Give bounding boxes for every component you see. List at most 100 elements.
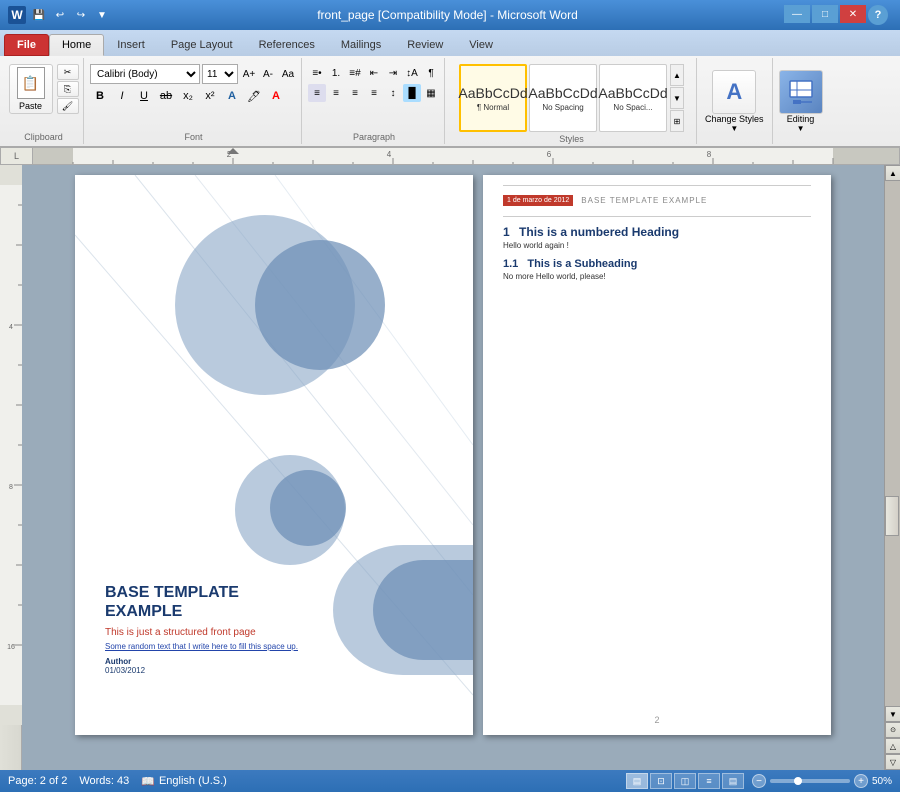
ruler-corner[interactable]: L	[0, 147, 32, 165]
web-layout-view-button[interactable]: ◫	[674, 773, 696, 789]
align-left-button[interactable]: ≡	[308, 84, 326, 102]
font-group: Calibri (Body) 11 A+ A- Aa B I U ab	[86, 58, 302, 144]
borders-button[interactable]: ▦	[422, 84, 440, 102]
ribbon: File Home Insert Page Layout References …	[0, 30, 900, 147]
editing-button[interactable]: Editing ▼	[779, 70, 823, 133]
tab-review[interactable]: Review	[394, 34, 456, 56]
quick-access-toolbar: 💾 ↩ ↪ ▼	[30, 6, 111, 24]
paragraph-group: ≡• 1. ≡# ⇤ ⇥ ↕A ¶ ≡ ≡ ≡ ≡ ↕ █ ▦	[304, 58, 445, 144]
decrease-indent-button[interactable]: ⇤	[365, 64, 383, 82]
style-no-spacing[interactable]: AaBbCcDd No Spacing	[529, 64, 597, 132]
maximize-button[interactable]: □	[812, 5, 838, 23]
tab-page-layout[interactable]: Page Layout	[158, 34, 246, 56]
line-spacing-button[interactable]: ↕	[384, 84, 402, 102]
align-center-button[interactable]: ≡	[327, 84, 345, 102]
zoom-slider[interactable]	[770, 779, 850, 783]
multilevel-list-button[interactable]: ≡#	[346, 64, 364, 82]
change-styles-button[interactable]: A Change Styles ▼	[705, 70, 764, 133]
style-nospaci-sample: AaBbCcDd	[598, 85, 667, 101]
customize-quick-btn[interactable]: ▼	[93, 6, 111, 24]
paste-button[interactable]: 📋 Paste	[9, 64, 53, 114]
shading-button[interactable]: █	[403, 84, 421, 102]
styles-group: AaBbCcDd ¶ Normal AaBbCcDd No Spacing Aa…	[447, 58, 697, 144]
numbering-button[interactable]: 1.	[327, 64, 345, 82]
style-expand[interactable]: ⊞	[670, 110, 684, 132]
page-left: BASE TEMPLATE EXAMPLE This is just a str…	[75, 175, 473, 735]
sort-button[interactable]: ↕A	[403, 64, 421, 82]
tab-view[interactable]: View	[456, 34, 506, 56]
scroll-down-button[interactable]: ▼	[885, 706, 900, 722]
tab-file[interactable]: File	[4, 34, 49, 56]
paragraph-label: Paragraph	[353, 132, 395, 142]
tab-insert[interactable]: Insert	[104, 34, 158, 56]
close-button[interactable]: ✕	[840, 5, 866, 23]
style-nospaci-label: No Spaci...	[613, 103, 652, 112]
style-normal[interactable]: AaBbCcDd ¶ Normal	[459, 64, 527, 132]
tab-mailings[interactable]: Mailings	[328, 34, 394, 56]
bold-button[interactable]: B	[90, 86, 110, 106]
spell-icon: 📖	[141, 775, 155, 788]
font-shrink-button[interactable]: A-	[259, 65, 277, 83]
strikethrough-button[interactable]: ab	[156, 86, 176, 106]
view-buttons: ▤ ⊡ ◫ ≡ ▤	[626, 773, 744, 789]
highlight-button[interactable]: 🖊	[244, 86, 264, 106]
show-hide-button[interactable]: ¶	[422, 64, 440, 82]
italic-button[interactable]: I	[112, 86, 132, 106]
select-browse-object-button[interactable]: ⊙	[885, 722, 900, 738]
vertical-scrollbar[interactable]: ▲ ▼ ⊙ △ ▽	[884, 165, 900, 770]
vertical-ruler: 4 8 16	[0, 165, 22, 770]
editing-label: Editing	[787, 114, 815, 124]
subscript-button[interactable]: x₂	[178, 86, 198, 106]
rp-heading1-text: This is a numbered Heading	[519, 225, 679, 239]
front-page-date: 01/03/2012	[105, 666, 145, 675]
rp-heading2-text: This is a Subheading	[527, 258, 637, 270]
justify-button[interactable]: ≡	[365, 84, 383, 102]
redo-quick-btn[interactable]: ↪	[72, 6, 90, 24]
svg-text:4: 4	[387, 150, 392, 159]
align-right-button[interactable]: ≡	[346, 84, 364, 102]
style-nospaci[interactable]: AaBbCcDd No Spaci...	[599, 64, 667, 132]
page-info-text: Page: 2 of 2	[8, 775, 67, 787]
rp-body1: Hello world again !	[503, 241, 811, 250]
scroll-track[interactable]	[885, 181, 900, 706]
help-button[interactable]: ?	[868, 5, 888, 25]
font-size-select[interactable]: 11	[202, 64, 238, 84]
prev-page-button[interactable]: △	[885, 738, 900, 754]
font-grow-button[interactable]: A+	[240, 65, 258, 83]
underline-button[interactable]: U	[134, 86, 154, 106]
next-page-button[interactable]: ▽	[885, 754, 900, 770]
clipboard-group: 📋 Paste ✂ ⎘ 🖌 Clipboard	[4, 58, 84, 144]
clear-format-button[interactable]: Aa	[279, 65, 297, 83]
format-painter-button[interactable]: 🖌	[57, 98, 79, 114]
superscript-button[interactable]: x²	[200, 86, 220, 106]
bullets-button[interactable]: ≡•	[308, 64, 326, 82]
rp-body2: No more Hello world, please!	[503, 272, 811, 281]
scroll-up-button[interactable]: ▲	[885, 165, 900, 181]
undo-quick-btn[interactable]: ↩	[51, 6, 69, 24]
ruler-area: L	[0, 147, 900, 165]
text-effects-button[interactable]: A	[222, 86, 242, 106]
draft-view-button[interactable]: ▤	[722, 773, 744, 789]
author-label: Author	[105, 657, 131, 666]
zoom-in-button[interactable]: +	[854, 774, 868, 788]
copy-button[interactable]: ⎘	[57, 81, 79, 97]
zoom-out-button[interactable]: −	[752, 774, 766, 788]
increase-indent-button[interactable]: ⇥	[384, 64, 402, 82]
document-scroll-area[interactable]: BASE TEMPLATE EXAMPLE This is just a str…	[22, 165, 884, 770]
full-screen-view-button[interactable]: ⊡	[650, 773, 672, 789]
outline-view-button[interactable]: ≡	[698, 773, 720, 789]
ribbon-tab-bar: File Home Insert Page Layout References …	[0, 30, 900, 56]
scroll-thumb[interactable]	[885, 496, 899, 536]
font-color-button[interactable]: A	[266, 86, 286, 106]
change-styles-arrow: ▼	[730, 124, 738, 133]
font-name-select[interactable]: Calibri (Body)	[90, 64, 200, 84]
print-layout-view-button[interactable]: ▤	[626, 773, 648, 789]
tab-references[interactable]: References	[246, 34, 328, 56]
style-scroll-down[interactable]: ▼	[670, 87, 684, 109]
circle-inner-middle	[270, 470, 346, 546]
tab-home[interactable]: Home	[49, 34, 104, 56]
save-quick-btn[interactable]: 💾	[30, 6, 48, 24]
minimize-button[interactable]: —	[784, 5, 810, 23]
style-scroll-up[interactable]: ▲	[670, 64, 684, 86]
cut-button[interactable]: ✂	[57, 64, 79, 80]
